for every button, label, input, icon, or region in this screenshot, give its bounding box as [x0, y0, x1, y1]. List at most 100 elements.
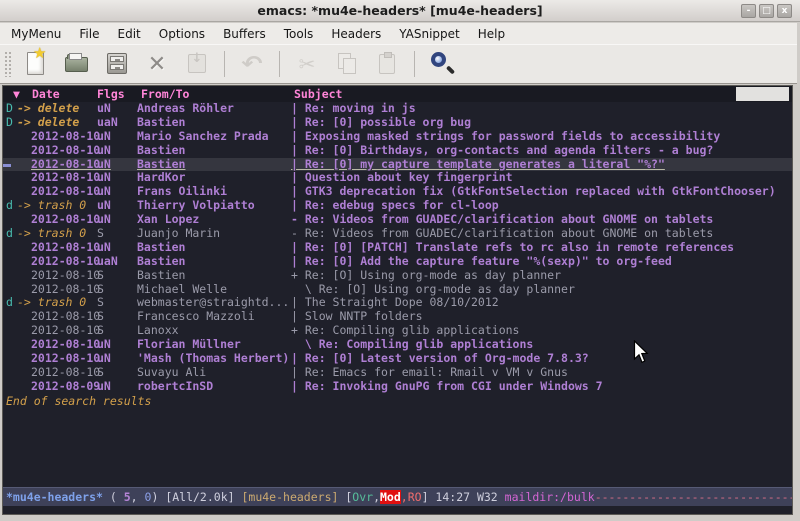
column-header-date: Date: [32, 87, 60, 101]
flags-cell: uaN: [97, 116, 137, 130]
subject-cell: + Re: Compiling glib applications: [291, 324, 792, 338]
flags-cell: uaN: [97, 255, 137, 269]
mark-cell: [3, 130, 17, 144]
paste-icon: [371, 49, 403, 79]
message-row[interactable]: 2012-08-10uNBastien| Re: [0] Birthdays, …: [3, 144, 792, 158]
message-row[interactable]: 2012-08-10uNFlorian Müllner \ Re: Compil…: [3, 338, 792, 352]
flags-cell: uN: [97, 199, 137, 213]
menu-tools[interactable]: Tools: [275, 25, 323, 43]
date-cell: 2012-08-10: [17, 130, 97, 144]
message-row[interactable]: d-> trash 0Swebmaster@straightd...| The …: [3, 296, 792, 310]
from-cell: robertcInSD: [137, 380, 291, 394]
date-cell: -> trash 0: [17, 296, 97, 310]
echo-area[interactable]: [3, 506, 792, 514]
flags-cell: uN: [97, 380, 137, 394]
message-row[interactable]: 2012-08-10uNBastien| Re: [0] [PATCH] Tra…: [3, 241, 792, 255]
flags-cell: S: [97, 296, 137, 310]
column-header-from: From/To: [141, 87, 189, 101]
save-icon[interactable]: [101, 49, 133, 79]
subject-cell: | Re: [0] possible org bug: [291, 116, 792, 130]
from-cell: Bastien: [137, 241, 291, 255]
maximize-button[interactable]: □: [759, 4, 774, 18]
message-row[interactable]: 2012-08-10SSuvayu Ali| Re: Emacs for ema…: [3, 366, 792, 380]
modeline-segment-plain: (: [103, 490, 124, 504]
subject-cell: | Re: moving in js: [291, 102, 792, 116]
message-row[interactable]: 2012-08-10uN'Mash (Thomas Herbert)| Re: …: [3, 352, 792, 366]
subject-cell: | GTK3 deprecation fix (GtkFontSelection…: [291, 185, 792, 199]
mark-cell: [3, 310, 17, 324]
date-cell: -> delete: [17, 116, 97, 130]
minimize-button[interactable]: -: [741, 4, 756, 18]
flags-cell: S: [97, 324, 137, 338]
date-cell: 2012-08-10: [17, 171, 97, 185]
menu-edit[interactable]: Edit: [109, 25, 150, 43]
date-cell: 2012-08-10: [17, 324, 97, 338]
flags-cell: S: [97, 283, 137, 297]
subject-cell: | Re: [0] Latest version of Org-mode 7.8…: [291, 352, 792, 366]
modeline-segment-red: ,RO: [401, 490, 422, 504]
mark-cell: [3, 185, 17, 199]
message-row[interactable]: 2012-08-10SBastien+ Re: [O] Using org-mo…: [3, 269, 792, 283]
close-button[interactable]: x: [777, 4, 792, 18]
from-cell: Frans Oilinki: [137, 185, 291, 199]
menu-file[interactable]: File: [70, 25, 108, 43]
message-row[interactable]: 2012-08-10uNXan Lopez- Re: Videos from G…: [3, 213, 792, 227]
flags-cell: uN: [97, 185, 137, 199]
subject-cell: \ Re: Compiling glib applications: [291, 338, 792, 352]
menu-help[interactable]: Help: [469, 25, 514, 43]
message-row[interactable]: 2012-08-09uNrobertcInSD| Re: Invoking Gn…: [3, 380, 792, 394]
toolbar-grip-handle[interactable]: [4, 51, 12, 77]
message-row[interactable]: D-> deleteuaNBastien| Re: [0] possible o…: [3, 116, 792, 130]
modeline-segment-plain: [All/2.0k]: [165, 490, 241, 504]
modeline-segment-plain: ]: [422, 490, 436, 504]
mark-cell: [3, 144, 17, 158]
mode-line[interactable]: *mu4e-headers* ( 5, 0) [All/2.0k] [mu4e-…: [3, 487, 792, 506]
flags-cell: S: [97, 227, 137, 241]
flags-cell: uN: [97, 102, 137, 116]
menu-headers[interactable]: Headers: [322, 25, 390, 43]
message-row[interactable]: 2012-08-10uNFrans Oilinki| GTK3 deprecat…: [3, 185, 792, 199]
toolbar-separator: [224, 51, 225, 77]
menu-yasnippet[interactable]: YASnippet: [390, 25, 469, 43]
modeline-segment-magenta: maildir:/bulk: [505, 490, 595, 504]
flags-cell: uN: [97, 171, 137, 185]
mark-cell: [3, 255, 17, 269]
sort-direction-icon[interactable]: ▼: [13, 87, 20, 101]
message-row[interactable]: D-> deleteuNAndreas Röhler| Re: moving i…: [3, 102, 792, 116]
message-row[interactable]: 2012-08-10uaNBastien| Re: [0] Add the ca…: [3, 255, 792, 269]
message-row[interactable]: 2012-08-10SLanoxx+ Re: Compiling glib ap…: [3, 324, 792, 338]
from-cell: 'Mash (Thomas Herbert): [137, 352, 291, 366]
copy-icon: [331, 49, 363, 79]
date-cell: 2012-08-10: [17, 185, 97, 199]
close-buffer-icon[interactable]: ✕: [141, 49, 173, 79]
menu-options[interactable]: Options: [150, 25, 214, 43]
from-cell: Bastien: [137, 144, 291, 158]
subject-cell: | Re: [0] Birthdays, org-contacts and ag…: [291, 144, 792, 158]
message-row[interactable]: 2012-08-10SMichael Welle \ Re: [O] Using…: [3, 283, 792, 297]
search-icon[interactable]: [426, 49, 458, 79]
scrollbar-thumb[interactable]: [736, 87, 789, 101]
subject-cell: | Question about key fingerprint: [291, 171, 792, 185]
subject-cell: | Re: edebug specs for cl-loop: [291, 199, 792, 213]
new-file-icon[interactable]: ★: [21, 49, 53, 79]
modeline-segment-plain: ): [151, 490, 165, 504]
message-row[interactable]: 2012-08-10uNHardKor| Question about key …: [3, 171, 792, 185]
from-cell: Bastien: [137, 158, 291, 172]
from-cell: Florian Müllner: [137, 338, 291, 352]
message-row-current[interactable]: 2012-08-10uNBastien| Re: [0] my capture …: [3, 158, 792, 172]
message-row[interactable]: 2012-08-10uNMario Sanchez Prada| Exposin…: [3, 130, 792, 144]
menu-buffers[interactable]: Buffers: [214, 25, 275, 43]
title-bar[interactable]: emacs: *mu4e-headers* [mu4e-headers] -□x: [0, 0, 800, 22]
message-row[interactable]: 2012-08-10SFrancesco Mazzoli| Slow NNTP …: [3, 310, 792, 324]
subject-cell: | Re: [0] [PATCH] Translate refs to rc a…: [291, 241, 792, 255]
flags-cell: S: [97, 310, 137, 324]
message-row[interactable]: d-> trash 0SJuanjo Marin- Re: Videos fro…: [3, 227, 792, 241]
from-cell: Juanjo Marin: [137, 227, 291, 241]
from-cell: Francesco Mazzoli: [137, 310, 291, 324]
from-cell: Thierry Volpiatto: [137, 199, 291, 213]
menu-mymenu[interactable]: MyMenu: [2, 25, 70, 43]
mark-cell: d: [3, 296, 17, 310]
open-file-icon[interactable]: [61, 49, 93, 79]
mark-cell: [3, 241, 17, 255]
message-row[interactable]: d-> trash 0uNThierry Volpiatto| Re: edeb…: [3, 199, 792, 213]
